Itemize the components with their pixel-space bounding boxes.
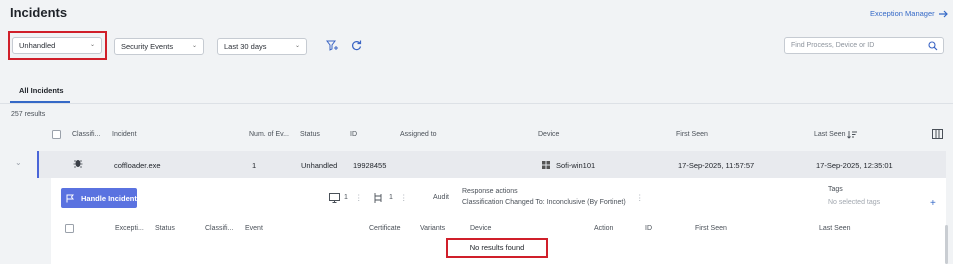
subcol-first-seen[interactable]: First Seen	[695, 225, 727, 232]
tags-empty: No selected tags	[828, 199, 881, 206]
num-events: 1	[252, 161, 257, 170]
subcol-variants[interactable]: Variants	[420, 225, 445, 232]
search-input[interactable]: Find Process, Device or ID	[784, 37, 944, 54]
columns-icon[interactable]	[932, 129, 943, 139]
column-header-device[interactable]: Device	[538, 131, 559, 138]
incident-id: 19928455	[353, 161, 387, 170]
subcol-action[interactable]: Action	[594, 225, 613, 232]
search-placeholder: Find Process, Device or ID	[791, 42, 875, 49]
column-header-num-events[interactable]: Num. of Ev...	[249, 131, 289, 138]
column-header-first-seen[interactable]: First Seen	[676, 131, 708, 138]
processes-count: 1	[389, 194, 393, 201]
response-action-text: Classification Changed To: Inconclusive …	[462, 199, 626, 206]
subcol-classification[interactable]: Classifi...	[205, 225, 233, 232]
subcol-exception[interactable]: Excepti...	[115, 225, 144, 232]
incident-name[interactable]: coffloader.exe	[114, 161, 161, 170]
refresh-icon[interactable]	[351, 40, 362, 51]
first-seen-value: 17-Sep-2025, 11:57:57	[678, 161, 755, 170]
results-count: 257 results	[11, 111, 46, 118]
monitor-icon	[329, 193, 340, 203]
column-header-last-seen[interactable]: Last Seen	[814, 131, 846, 138]
subcol-event[interactable]: Event	[245, 225, 263, 232]
chevron-down-icon: ⌄	[191, 43, 197, 49]
subcol-status[interactable]: Status	[155, 225, 175, 232]
subcol-id[interactable]: ID	[645, 225, 652, 232]
exception-manager-link[interactable]: Exception Manager	[870, 9, 949, 18]
select-all-checkbox[interactable]	[52, 130, 61, 139]
last-seen-value: 17-Sep-2025, 12:35:01	[816, 161, 893, 170]
page-title: Incidents	[10, 5, 68, 20]
add-tag-button[interactable]: +	[930, 198, 936, 209]
add-filter-icon[interactable]	[326, 40, 339, 51]
column-header-classification[interactable]: Classifi...	[72, 131, 100, 138]
time-range-value: Last 30 days	[224, 42, 267, 51]
more-icon[interactable]: ⋮	[355, 193, 363, 202]
column-header-status[interactable]: Status	[300, 131, 320, 138]
subcol-last-seen[interactable]: Last Seen	[819, 225, 851, 232]
subtable-select-all-checkbox[interactable]	[65, 224, 74, 233]
tab-divider	[0, 103, 953, 104]
tab-all-incidents[interactable]: All Incidents	[19, 86, 64, 95]
windows-icon	[542, 161, 550, 169]
more-icon[interactable]: ⋮	[636, 193, 644, 202]
no-results-message: No results found	[446, 238, 548, 258]
handle-incident-label: Handle Incident	[81, 193, 137, 203]
device-name[interactable]: Sofi-win101	[556, 161, 595, 170]
response-actions-label: Response actions	[462, 188, 518, 195]
flag-icon	[66, 194, 74, 202]
table-row[interactable]	[37, 151, 946, 178]
more-icon[interactable]: ⋮	[400, 193, 408, 202]
time-range-dropdown[interactable]: Last 30 days ⌄	[217, 38, 307, 55]
subcol-certificate[interactable]: Certificate	[369, 225, 401, 232]
handle-incident-button[interactable]: Handle Incident	[61, 188, 137, 208]
chevron-down-icon: ⌄	[294, 43, 300, 49]
expand-row-chevron-icon[interactable]: ⌄	[15, 158, 22, 167]
subcol-device[interactable]: Device	[470, 225, 491, 232]
search-icon[interactable]	[928, 41, 938, 51]
column-header-id[interactable]: ID	[350, 131, 357, 138]
exception-manager-label: Exception Manager	[870, 9, 935, 18]
column-header-incident[interactable]: Incident	[112, 131, 137, 138]
devices-count: 1	[344, 194, 348, 201]
bug-icon	[73, 160, 83, 168]
scrollbar[interactable]	[945, 225, 948, 264]
event-type-value: Security Events	[121, 42, 174, 51]
audit-label[interactable]: Audit	[433, 194, 449, 201]
column-header-assigned-to[interactable]: Assigned to	[400, 131, 437, 138]
sort-icon[interactable]	[847, 130, 857, 139]
status-filter-value: Unhandled	[19, 41, 56, 50]
tags-label: Tags	[828, 186, 843, 193]
status-value: Unhandled	[301, 161, 338, 170]
event-type-dropdown[interactable]: Security Events ⌄	[114, 38, 204, 55]
arrow-right-icon	[938, 10, 948, 17]
status-filter-dropdown[interactable]: Unhandled ⌄	[12, 37, 102, 54]
chevron-down-icon: ⌄	[89, 42, 95, 48]
process-tree-icon	[374, 193, 382, 203]
